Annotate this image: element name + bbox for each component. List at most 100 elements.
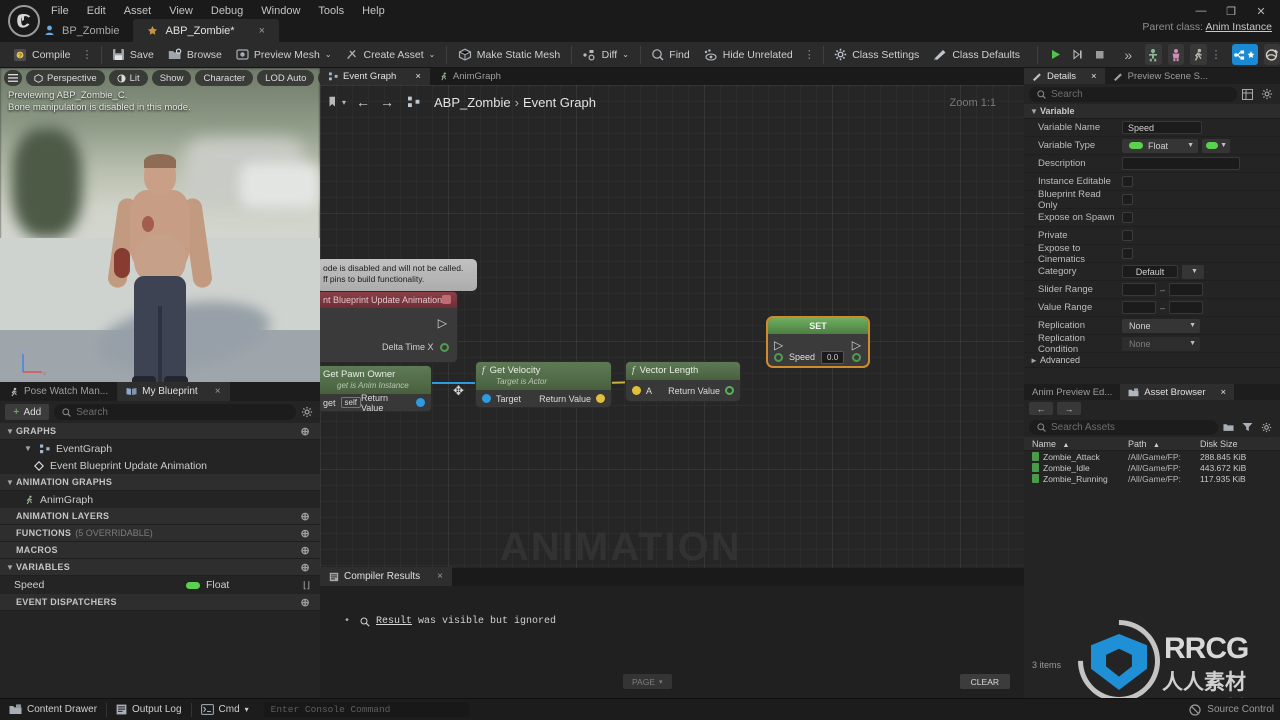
float-output-pin[interactable] — [440, 343, 449, 352]
maximize-button[interactable]: ❐ — [1216, 2, 1246, 20]
animation-viewport[interactable]: Perspective Lit Show Character LOD Auto — [0, 68, 320, 382]
asset-browser-back-button[interactable]: ← — [1029, 402, 1053, 415]
add-animation-layer-icon[interactable]: ⊕ — [300, 510, 310, 523]
details-search-input[interactable]: Search — [1029, 86, 1237, 102]
bookmark-icon[interactable] — [328, 96, 339, 108]
vector-input-pin[interactable] — [632, 386, 641, 395]
bookmark-chevron-icon[interactable]: ▾ — [342, 98, 346, 107]
preview-mesh-button[interactable]: Preview Mesh ⌄ — [229, 44, 339, 66]
add-variable-icon[interactable]: ⊕ — [300, 561, 310, 574]
column-header-path[interactable]: Path ▲ — [1128, 439, 1200, 449]
node-event-blueprint-update-animation[interactable]: nt Blueprint Update Animation ▷ Delta Ti… — [320, 291, 458, 363]
page-button[interactable]: PAGE ▾ — [623, 674, 672, 689]
expose-to-cinematics-checkbox[interactable] — [1122, 248, 1133, 259]
section-macros[interactable]: MACROS ⊕ — [0, 542, 320, 559]
my-blueprint-search-input[interactable]: Search — [54, 404, 296, 420]
category-input[interactable]: Default — [1122, 265, 1178, 278]
play-button[interactable] — [1045, 45, 1065, 65]
node-set-speed[interactable]: SET ▷ ▷ Speed 0.0 — [766, 316, 870, 368]
section-event-dispatchers[interactable]: EVENT DISPATCHERS ⊕ — [0, 594, 320, 611]
tab-close-icon[interactable]: × — [1091, 71, 1097, 82]
tab-anim-preview-editor[interactable]: Anim Preview Ed... — [1024, 384, 1120, 400]
diff-button[interactable]: Diff ⌄ — [576, 44, 636, 66]
variable-name-input[interactable]: Speed — [1122, 121, 1202, 134]
slider-range-min-input[interactable] — [1122, 283, 1156, 296]
cmd-button[interactable]: Cmd ▾ — [192, 701, 258, 719]
mesh-button[interactable] — [1167, 44, 1185, 65]
variable-visibility-icon[interactable]: ⌊⌋ — [303, 580, 310, 591]
speed-value-field[interactable]: 0.0 — [821, 350, 845, 364]
speed-input-pin[interactable] — [774, 352, 783, 362]
graph-tab-event-graph[interactable]: Event Graph × — [320, 68, 430, 85]
add-event-dispatcher-icon[interactable]: ⊕ — [300, 596, 310, 609]
asset-browser-folder-icon[interactable] — [1223, 422, 1237, 432]
add-graph-icon[interactable]: ⊕ — [300, 425, 310, 438]
animation-button[interactable] — [1190, 44, 1207, 65]
preview-scene-button[interactable] — [1263, 44, 1280, 65]
add-button[interactable]: + Add — [5, 404, 50, 420]
viewport-lod-button[interactable]: LOD Auto — [257, 70, 315, 86]
parent-class-value[interactable]: Anim Instance — [1205, 21, 1272, 33]
section-functions[interactable]: FUNCTIONS (5 OVERRIDABLE) ⊕ — [0, 525, 320, 542]
variable-type-dropdown[interactable]: Float ▼ — [1122, 138, 1198, 153]
menu-tools[interactable]: Tools — [309, 2, 353, 20]
tab-my-blueprint[interactable]: My Blueprint × — [117, 382, 230, 401]
details-section-advanced[interactable]: ► Advanced — [1024, 353, 1280, 368]
close-button[interactable]: ✕ — [1246, 2, 1276, 20]
tab-close-icon[interactable]: × — [1221, 387, 1227, 398]
clear-button[interactable]: CLEAR — [959, 674, 1010, 689]
node-get-velocity[interactable]: f Get Velocity Target is Actor Target Re… — [475, 361, 612, 408]
asset-tab-abp-zombie[interactable]: ABP_Zombie* × — [133, 19, 280, 42]
viewport-perspective-button[interactable]: Perspective — [26, 70, 105, 86]
expose-on-spawn-checkbox[interactable] — [1122, 212, 1133, 223]
details-section-variable[interactable]: ▼ Variable — [1024, 104, 1280, 119]
details-settings-icon[interactable] — [1261, 88, 1275, 100]
value-range-max-input[interactable] — [1169, 301, 1204, 314]
asset-browser-forward-button[interactable]: → — [1057, 402, 1081, 415]
category-dropdown[interactable]: ▼ — [1182, 264, 1204, 279]
tab-close-icon[interactable]: × — [215, 386, 221, 397]
exec-output-pin[interactable]: ▷ — [438, 316, 447, 330]
add-macro-icon[interactable]: ⊕ — [300, 544, 310, 557]
section-variables[interactable]: ▼ VARIABLES ⊕ — [0, 559, 320, 576]
zombie-character-preview[interactable] — [106, 154, 214, 382]
float-output-pin[interactable] — [725, 386, 734, 395]
tree-item-event-blueprint-update-animation[interactable]: Event Blueprint Update Animation — [0, 457, 320, 474]
tab-details[interactable]: Details × — [1024, 68, 1105, 84]
object-output-pin[interactable] — [416, 398, 425, 407]
details-columns-icon[interactable] — [1242, 88, 1256, 100]
compiler-message-link[interactable]: Result — [376, 616, 412, 627]
stop-button[interactable] — [1089, 45, 1109, 65]
step-button[interactable] — [1067, 45, 1087, 65]
node-get-pawn-owner[interactable]: Get Pawn Owner get is Anim Instance get … — [320, 365, 432, 412]
tab-compiler-results[interactable]: Compiler Results × — [320, 567, 452, 586]
more-toolbar-icon[interactable]: » — [1117, 44, 1139, 66]
slider-range-max-input[interactable] — [1169, 283, 1204, 296]
graph-tab-close-icon[interactable]: × — [415, 71, 421, 82]
variable-container-dropdown[interactable]: ▼ — [1202, 138, 1230, 153]
class-defaults-button[interactable]: Class Defaults — [926, 44, 1027, 66]
tab-preview-scene-settings[interactable]: Preview Scene S... — [1105, 68, 1216, 84]
class-settings-button[interactable]: Class Settings — [827, 44, 926, 66]
back-arrow-icon[interactable]: ← — [356, 94, 370, 110]
graph-button[interactable] — [1231, 44, 1258, 65]
viewport-lit-button[interactable]: Lit — [108, 70, 148, 86]
self-value-field[interactable]: self — [340, 397, 361, 408]
animation-options-icon[interactable]: ⋮ — [1207, 48, 1226, 61]
my-blueprint-settings-icon[interactable] — [301, 406, 315, 418]
find-button[interactable]: Find — [644, 44, 696, 66]
target-input-pin[interactable] — [482, 394, 491, 403]
content-drawer-button[interactable]: Content Drawer — [0, 701, 106, 719]
replication-dropdown[interactable]: None ▼ — [1122, 318, 1200, 333]
asset-browser-search-input[interactable]: Search Assets — [1029, 419, 1218, 435]
source-control-status[interactable]: Source Control — [1189, 703, 1274, 716]
menu-edit[interactable]: Edit — [78, 2, 115, 20]
compile-options-icon[interactable]: ⋮ — [78, 48, 97, 61]
menu-file[interactable]: File — [42, 2, 78, 20]
create-asset-button[interactable]: Create Asset ⌄ — [339, 44, 443, 66]
viewport-menu-button[interactable] — [4, 70, 22, 86]
column-header-name[interactable]: Name ▲ — [1024, 439, 1128, 449]
asset-row[interactable]: Zombie_Idle /All/Game/FP: 443.672 KiB — [1024, 462, 1280, 473]
breadcrumb-root[interactable]: ABP_Zombie — [434, 95, 511, 110]
save-button[interactable]: Save — [105, 44, 161, 66]
